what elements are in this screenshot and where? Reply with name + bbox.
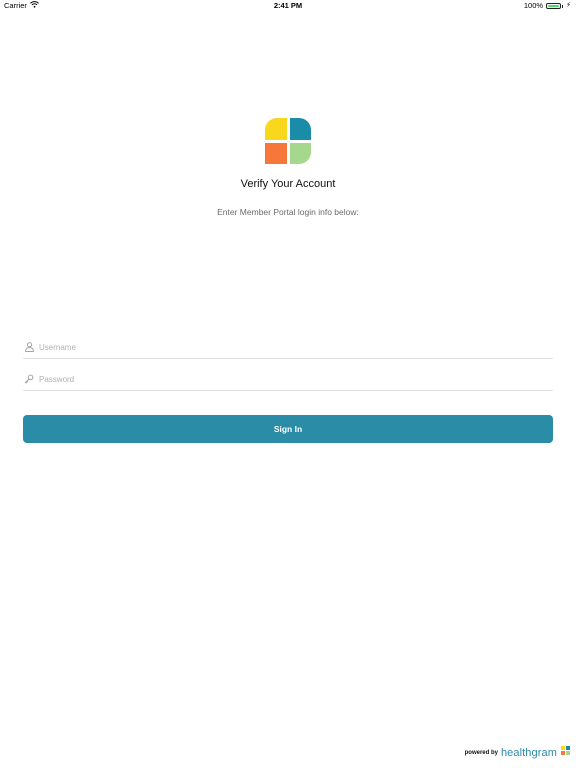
logo-green-petal xyxy=(290,143,311,164)
page-subtitle: Enter Member Portal login info below: xyxy=(217,207,359,217)
username-input[interactable] xyxy=(39,342,553,352)
app-logo xyxy=(264,117,312,165)
logo-teal-petal xyxy=(290,118,311,140)
page-title: Verify Your Account xyxy=(240,178,336,190)
key-icon xyxy=(24,374,34,384)
battery-tip xyxy=(562,4,564,8)
user-icon xyxy=(24,342,34,352)
brand-name: healthgram xyxy=(500,747,557,759)
logo-orange-petal xyxy=(265,143,287,164)
status-time: 2:41 PM xyxy=(273,1,303,10)
username-field[interactable] xyxy=(23,336,553,359)
brand-logo-icon xyxy=(561,742,570,755)
password-field[interactable] xyxy=(23,368,553,391)
charging-icon: ⚡ xyxy=(566,2,571,9)
powered-by-label: powered by xyxy=(464,750,498,756)
battery-icon xyxy=(546,3,562,9)
battery-percent: 100% xyxy=(523,1,544,10)
footer-branding: powered by healthgram xyxy=(465,742,570,759)
status-bar: Carrier 2:41 PM 100% ⚡ xyxy=(0,0,576,12)
status-right: 100% ⚡ xyxy=(524,0,571,12)
password-input[interactable] xyxy=(39,374,553,384)
logo-yellow-petal xyxy=(265,118,287,140)
sign-in-button[interactable]: Sign In xyxy=(23,415,553,443)
